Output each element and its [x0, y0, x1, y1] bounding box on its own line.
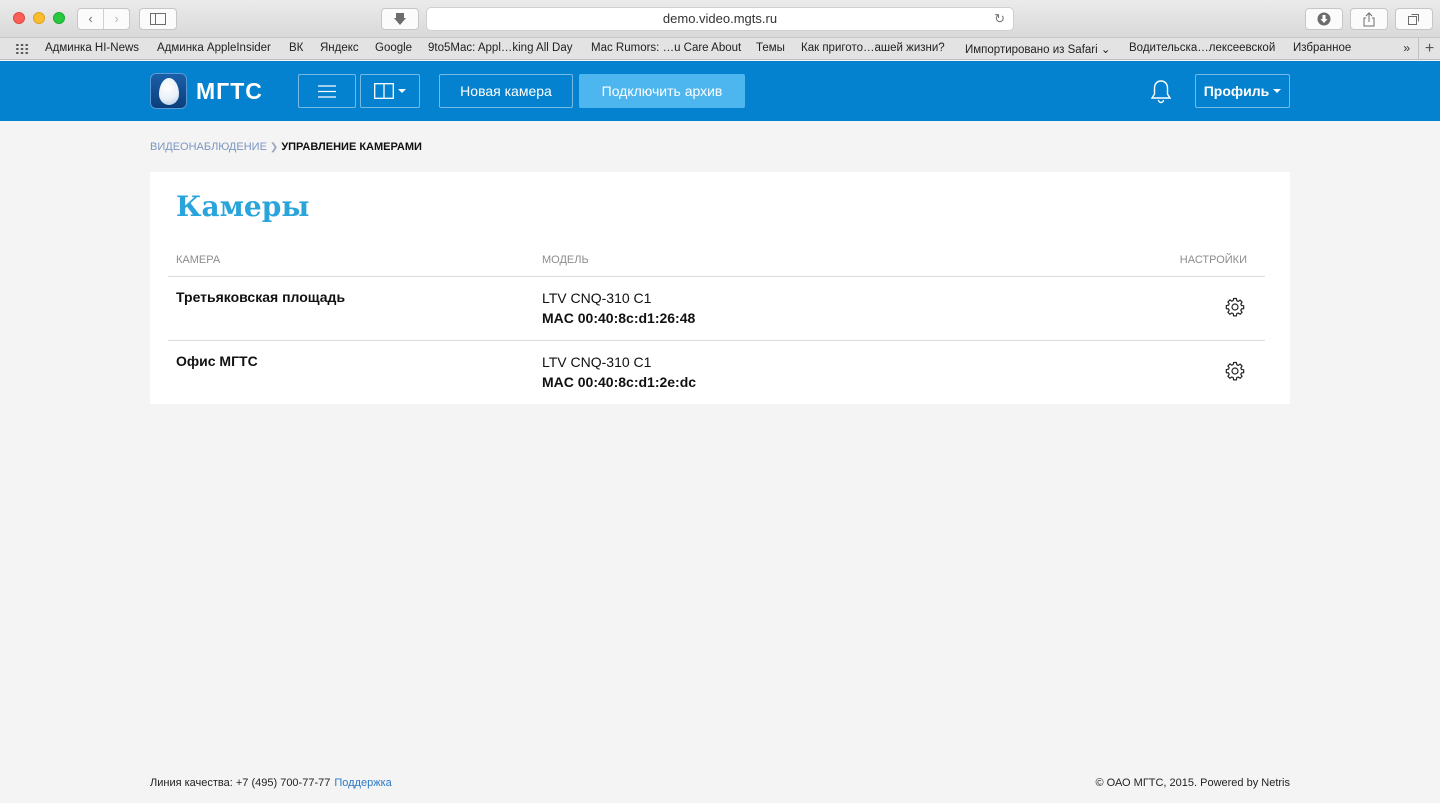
- connect-archive-button[interactable]: Подключить архив: [579, 74, 745, 108]
- share-button[interactable]: [1350, 8, 1388, 30]
- breadcrumb-parent-link[interactable]: Видеонаблюдение: [150, 141, 267, 153]
- bookmark-item[interactable]: Как пригото…ашей жизни?: [801, 42, 945, 54]
- bookmark-item[interactable]: Яндекс: [320, 42, 359, 54]
- caret-down-icon: [1273, 89, 1282, 93]
- bookmark-item[interactable]: Mac Rumors: …u Care About: [591, 42, 741, 54]
- profile-button[interactable]: Профиль: [1195, 74, 1290, 108]
- tabs-icon: [1408, 14, 1419, 25]
- bookmark-item[interactable]: Избранное: [1293, 42, 1351, 54]
- new-camera-button[interactable]: Новая камера: [439, 74, 573, 108]
- logo-text: МГТС: [196, 77, 263, 104]
- more-bookmarks-button[interactable]: »: [1403, 41, 1410, 55]
- breadcrumb: Видеонаблюдение ❯ Управление камерами: [150, 141, 422, 153]
- chevron-right-icon: ❯: [269, 142, 279, 153]
- caret-down-icon: [398, 89, 406, 93]
- forward-icon[interactable]: ›: [103, 9, 129, 29]
- app-header: МГТС Новая камера Подключить архив Профи…: [0, 61, 1440, 121]
- new-tab-button[interactable]: +: [1418, 38, 1440, 60]
- page-title: Камеры: [176, 190, 310, 223]
- table-header: Камера Модель Настройки: [168, 250, 1265, 277]
- camera-model: LTV CNQ-310 C1: [542, 354, 652, 370]
- close-window-button[interactable]: [13, 12, 25, 24]
- camera-model: LTV CNQ-310 C1: [542, 290, 652, 306]
- menu-button[interactable]: [298, 74, 356, 108]
- reload-icon[interactable]: ↻: [994, 8, 1005, 30]
- camera-model-cell: LTV CNQ-310 C1 MAC 00:40:8c:d1:2e:dc: [542, 352, 696, 392]
- camera-mac: MAC 00:40:8c:d1:2e:dc: [542, 374, 697, 390]
- bookmark-folder-label: Импортировано из Safari: [965, 44, 1098, 56]
- logo-egg-icon: [150, 73, 187, 109]
- back-icon[interactable]: ‹: [78, 9, 103, 29]
- bookmark-item[interactable]: Темы: [756, 42, 785, 54]
- minimize-window-button[interactable]: [33, 12, 45, 24]
- sidebar-button[interactable]: [139, 8, 177, 30]
- table-row: Третьяковская площадь LTV CNQ-310 C1 MAC…: [168, 277, 1265, 341]
- camera-name[interactable]: Третьяковская площадь: [176, 289, 345, 305]
- share-icon: [1363, 11, 1375, 26]
- support-link[interactable]: Поддержка: [334, 777, 391, 789]
- bookmarks-bar: Админка HI-News Админка AppleInsider ВК …: [0, 38, 1440, 60]
- bookmark-item[interactable]: Google: [375, 42, 412, 54]
- downloads-shortcut-button[interactable]: [381, 8, 419, 30]
- gear-icon[interactable]: [1225, 297, 1245, 317]
- footer-hotline: Линия качества: +7 (495) 700-77-77 Поддер…: [150, 777, 392, 789]
- footer-copyright: © ОАО МГТС, 2015. Powered by Netris: [1095, 777, 1290, 789]
- camera-name[interactable]: Офис МГТС: [176, 353, 258, 369]
- breadcrumb-current: Управление камерами: [281, 141, 422, 153]
- downloads-button[interactable]: [1305, 8, 1343, 30]
- chevron-down-icon: ⌄: [1100, 44, 1111, 56]
- sidebar-icon: [150, 13, 166, 25]
- hotline-text: Линия качества: +7 (495) 700-77-77: [150, 777, 331, 789]
- menu-icon: [318, 84, 336, 98]
- profile-label: Профиль: [1203, 83, 1270, 99]
- bookmark-item[interactable]: Админка HI-News: [45, 42, 139, 54]
- camera-mac: MAC 00:40:8c:d1:26:48: [542, 310, 696, 326]
- address-bar[interactable]: demo.video.mgts.ru ↻: [426, 7, 1014, 31]
- column-header-settings: Настройки: [1179, 254, 1247, 266]
- logo[interactable]: МГТС: [150, 73, 263, 109]
- download-icon: [1317, 12, 1331, 26]
- layout-button[interactable]: [360, 74, 420, 108]
- download-icon: [394, 13, 406, 25]
- column-header-model: Модель: [542, 254, 589, 266]
- table-row: Офис МГТС LTV CNQ-310 C1 MAC 00:40:8c:d1…: [168, 341, 1265, 405]
- url-text: demo.video.mgts.ru: [662, 11, 778, 26]
- layout-icon: [374, 83, 394, 99]
- bookmark-item[interactable]: ВК: [289, 42, 303, 54]
- zoom-window-button[interactable]: [53, 12, 65, 24]
- bell-icon[interactable]: [1149, 79, 1173, 105]
- history-nav: ‹ ›: [77, 8, 130, 30]
- cameras-card: Камеры Камера Модель Настройки Третьяков…: [150, 172, 1290, 404]
- top-sites-icon[interactable]: [15, 43, 29, 55]
- bookmark-item[interactable]: Админка AppleInsider: [157, 42, 271, 54]
- bookmark-folder[interactable]: Импортировано из Safari ⌄: [965, 42, 1111, 56]
- tabs-button[interactable]: [1395, 8, 1433, 30]
- browser-toolbar: ‹ › demo.video.mgts.ru ↻: [0, 0, 1440, 38]
- bookmark-item[interactable]: 9to5Mac: Appl…king All Day: [428, 42, 572, 54]
- gear-icon[interactable]: [1225, 361, 1245, 381]
- camera-model-cell: LTV CNQ-310 C1 MAC 00:40:8c:d1:26:48: [542, 288, 695, 328]
- bookmark-item[interactable]: Водительска…лексеевской: [1129, 42, 1275, 54]
- column-header-camera: Камера: [176, 254, 221, 266]
